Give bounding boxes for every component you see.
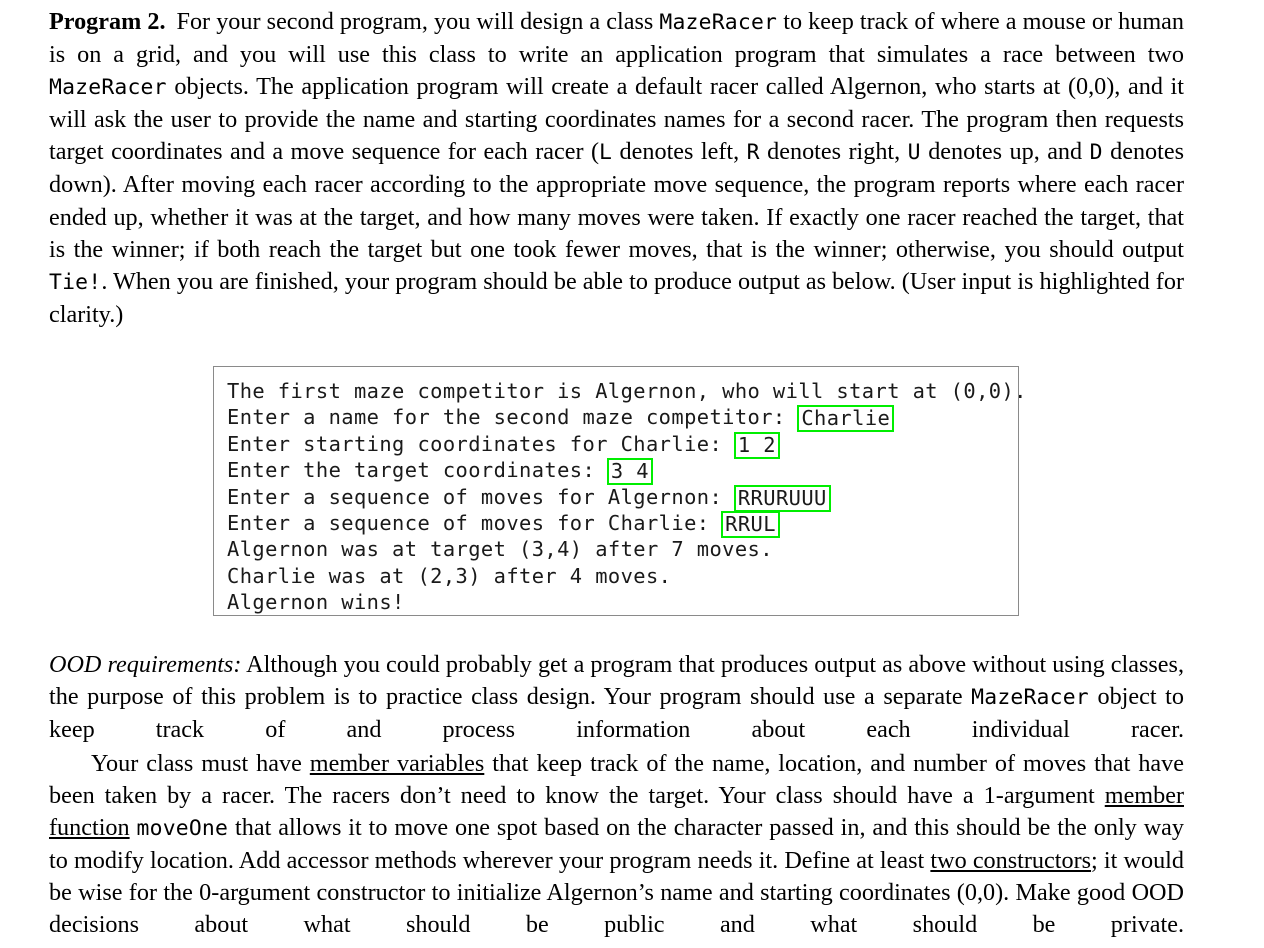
code-moveone: moveOne [136,816,229,842]
console-line: Enter the target coordinates: 3 4 [227,457,1018,486]
intro-text-8: . When you are finished, your program sh… [49,267,1184,328]
user-input-highlight[interactable]: RRURUUU [733,484,831,512]
console-text: Algernon was at target (3,4) after 7 mov… [227,537,773,562]
user-input-highlight[interactable]: 1 2 [733,431,780,459]
console-text: Algernon wins! [227,590,405,615]
term-member-variables: member variables [309,750,485,777]
program-heading: Program 2. [49,8,166,35]
code-mazeracer-1: MazeRacer [659,10,778,35]
intro-text-1: For your second program, you will design… [176,8,660,35]
intro-text-4: denotes left, [612,138,747,166]
user-input-highlight[interactable]: Charlie [797,405,895,433]
console-line: Enter starting coordinates for Charlie: … [227,431,1018,459]
console-text: Enter a sequence of moves for Algernon: [227,484,735,509]
code-mazeracer-3: MazeRacer [971,685,1089,711]
document-page: Program 2. For your second program, you w… [0,0,1264,948]
code-move-r: R [746,140,760,166]
console-line: Enter a sequence of moves for Algernon: … [227,484,1018,512]
code-mazeracer-2: MazeRacer [49,75,167,101]
program-statement-paragraph: Program 2. For your second program, you w… [49,6,1184,331]
user-input-highlight[interactable]: 3 4 [606,458,653,486]
intro-text-5: denotes right, [759,138,908,166]
class-requirements-text: Your class must have member variables th… [49,748,1184,942]
console-line: Algernon wins! [227,589,1018,615]
console-text: Charlie was at (2,3) after 4 moves. [227,563,672,588]
sample-output-box: The first maze competitor is Algernon, w… [213,366,1026,616]
intro-text-6: denotes up, and [920,138,1090,166]
ood-requirements-paragraph: OOD requirements: Although you could pro… [49,649,1184,746]
console-text: Enter the target coordinates: [227,458,608,483]
console-line: Charlie was at (2,3) after 4 moves. [227,563,1018,589]
console-lines: The first maze competitor is Algernon, w… [227,378,1026,616]
console-text: Enter a sequence of moves for Charlie: [227,510,723,535]
term-two-constructors: two constructors [930,847,1092,875]
code-move-d: D [1089,140,1103,166]
console-line: Enter a name for the second maze competi… [227,404,1018,433]
console-line: Algernon was at target (3,4) after 7 mov… [227,536,1018,562]
class-requirements-paragraph: Your class must have member variables th… [49,748,1184,942]
program-statement-text: Program 2. For your second program, you w… [49,6,1184,331]
class-text-3 [130,814,137,841]
code-move-u: U [907,140,921,166]
user-input-highlight[interactable]: RRUL [721,510,780,538]
ood-requirements-label: OOD requirements: [49,651,242,678]
console-text: Enter starting coordinates for Charlie: [227,431,735,456]
class-text-1: Your class must have [91,750,310,777]
console-line: Enter a sequence of moves for Charlie: R… [227,510,1018,538]
code-tie-output: Tie! [49,269,102,295]
code-move-l: L [599,140,613,166]
console-text: The first maze competitor is Algernon, w… [227,379,1027,403]
ood-requirements-text: OOD requirements: Although you could pro… [49,649,1184,746]
console-line: The first maze competitor is Algernon, w… [227,378,1026,404]
console-text: Enter a name for the second maze competi… [227,405,799,430]
